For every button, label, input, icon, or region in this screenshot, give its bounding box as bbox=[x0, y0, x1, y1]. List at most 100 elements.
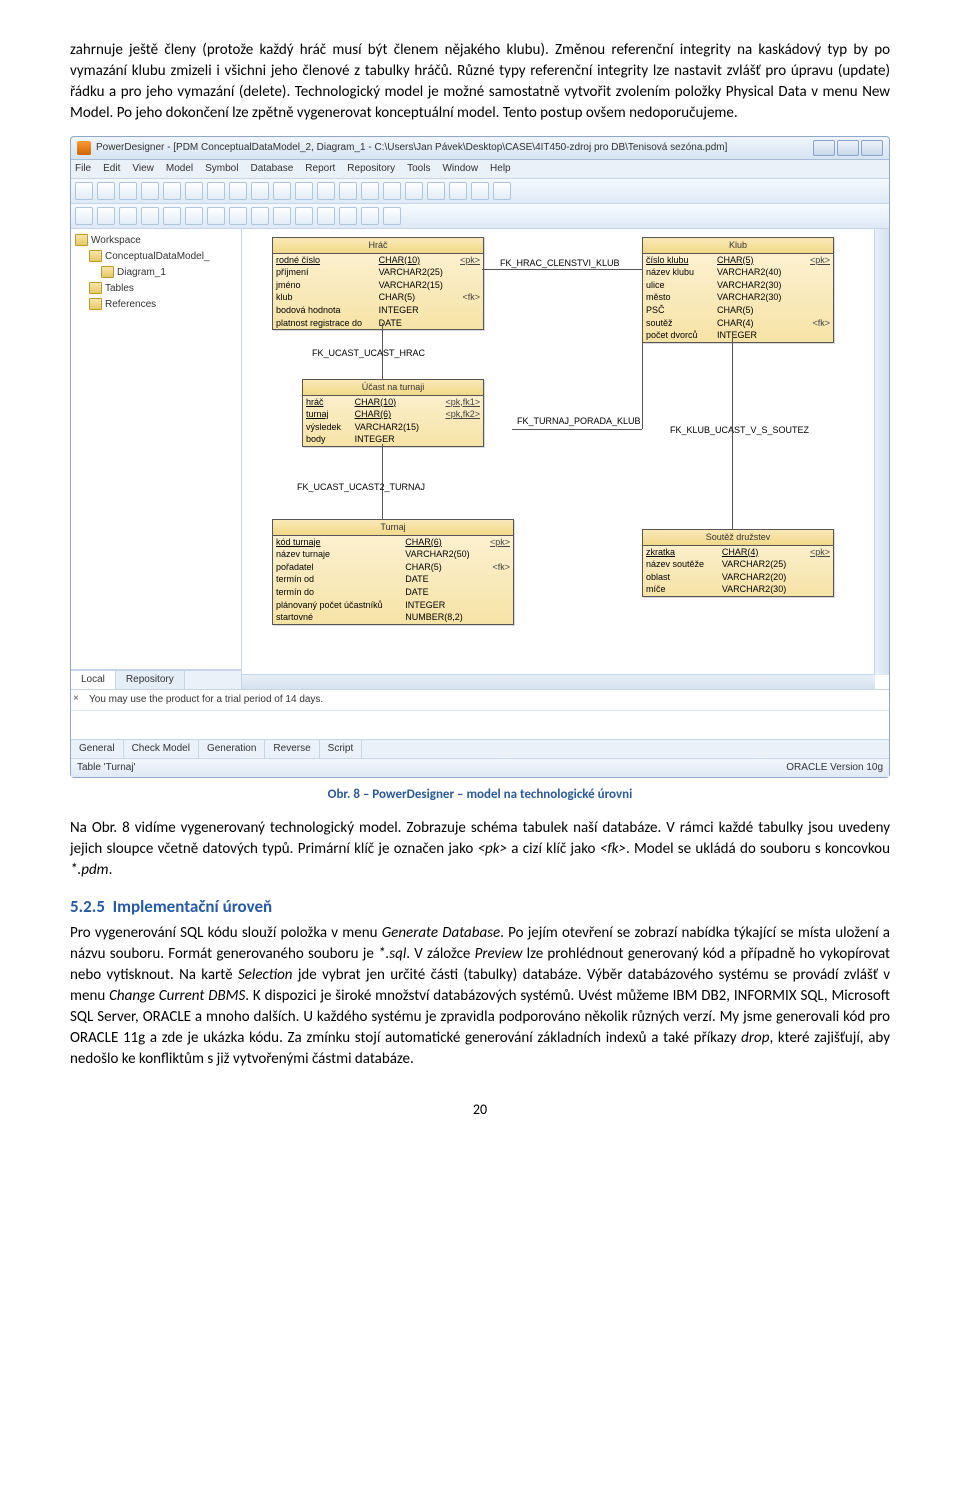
vertical-scrollbar[interactable] bbox=[874, 229, 889, 675]
menu-help[interactable]: Help bbox=[490, 162, 511, 176]
menu-model[interactable]: Model bbox=[166, 162, 193, 176]
menu-report[interactable]: Report bbox=[305, 162, 335, 176]
toolbar-button[interactable] bbox=[361, 207, 379, 225]
toolbar-button[interactable] bbox=[251, 207, 269, 225]
toolbar-button[interactable] bbox=[273, 207, 291, 225]
toolbar-button[interactable] bbox=[207, 182, 225, 200]
output-panel: × You may use the product for a trial pe… bbox=[71, 689, 889, 758]
toolbar-button[interactable] bbox=[295, 182, 313, 200]
toolbar-button[interactable] bbox=[141, 207, 159, 225]
entity-columns: kód turnajeCHAR(6)<pk>název turnajeVARCH… bbox=[273, 536, 513, 624]
relation-line bbox=[642, 335, 643, 429]
toolbar-button[interactable] bbox=[383, 207, 401, 225]
menu-window[interactable]: Window bbox=[442, 162, 478, 176]
maximize-button[interactable] bbox=[837, 140, 859, 156]
entity-klub[interactable]: Klub číslo klubuCHAR(5)<pk>název klubuVA… bbox=[642, 237, 834, 343]
tree-root[interactable]: Workspace bbox=[75, 233, 237, 249]
toolbar-button[interactable] bbox=[251, 182, 269, 200]
window-controls bbox=[813, 140, 883, 156]
folder-icon bbox=[89, 282, 102, 294]
output-tab[interactable]: Check Model bbox=[124, 740, 199, 758]
relation-label: FK_KLUB_UCAST_V_S_SOUTEZ bbox=[670, 424, 809, 437]
entity-columns: hráčCHAR(10)<pk,fk1>turnajCHAR(6)<pk,fk2… bbox=[303, 396, 483, 446]
toolbar-button[interactable] bbox=[163, 207, 181, 225]
entity-title: Turnaj bbox=[273, 520, 513, 536]
menu-file[interactable]: File bbox=[75, 162, 91, 176]
toolbar-row-2 bbox=[71, 204, 889, 229]
model-icon bbox=[89, 250, 102, 262]
toolbar-button[interactable] bbox=[405, 182, 423, 200]
menu-tools[interactable]: Tools bbox=[407, 162, 430, 176]
entity-hrac[interactable]: Hráč rodné čísloCHAR(10)<pk>příjmeníVARC… bbox=[272, 237, 484, 330]
section-heading: 5.2.5 Implementační úroveň bbox=[70, 895, 890, 919]
minimize-button[interactable] bbox=[813, 140, 835, 156]
close-button[interactable] bbox=[861, 140, 883, 156]
entity-turnaj[interactable]: Turnaj kód turnajeCHAR(6)<pk>název turna… bbox=[272, 519, 514, 625]
menu-symbol[interactable]: Symbol bbox=[205, 162, 238, 176]
toolbar-button[interactable] bbox=[317, 207, 335, 225]
toolbar-button[interactable] bbox=[339, 207, 357, 225]
toolbar-button[interactable] bbox=[97, 207, 115, 225]
status-bar: Table 'Turnaj' ORACLE Version 10g bbox=[71, 758, 889, 777]
relation-label: FK_TURNAJ_PORADA_KLUB bbox=[517, 415, 641, 428]
paragraph-1: zahrnuje ještě členy (protože každý hráč… bbox=[70, 40, 890, 124]
tab-repository[interactable]: Repository bbox=[116, 671, 185, 689]
entity-ucast[interactable]: Účast na turnaji hráčCHAR(10)<pk,fk1>tur… bbox=[302, 379, 484, 447]
relation-line bbox=[512, 429, 642, 430]
tab-local[interactable]: Local bbox=[71, 671, 116, 689]
toolbar-button[interactable] bbox=[449, 182, 467, 200]
toolbar-button[interactable] bbox=[185, 207, 203, 225]
toolbar-button[interactable] bbox=[185, 182, 203, 200]
entity-columns: číslo klubuCHAR(5)<pk>název klubuVARCHAR… bbox=[643, 254, 833, 342]
toolbar-button[interactable] bbox=[75, 182, 93, 200]
toolbar-button[interactable] bbox=[119, 207, 137, 225]
toolbar-button[interactable] bbox=[229, 182, 247, 200]
output-tab[interactable]: Script bbox=[320, 740, 363, 758]
toolbar-button[interactable] bbox=[207, 207, 225, 225]
output-tab[interactable]: General bbox=[71, 740, 124, 758]
entity-title: Hráč bbox=[273, 238, 483, 254]
workspace-icon bbox=[75, 234, 88, 246]
tree-item[interactable]: Tables bbox=[75, 281, 237, 297]
output-tab[interactable]: Generation bbox=[199, 740, 265, 758]
relation-label: FK_HRAC_CLENSTVI_KLUB bbox=[500, 257, 620, 270]
tree-item[interactable]: Diagram_1 bbox=[75, 265, 237, 281]
toolbar-button[interactable] bbox=[317, 182, 335, 200]
menu-database[interactable]: Database bbox=[250, 162, 293, 176]
toolbar-button[interactable] bbox=[97, 182, 115, 200]
tree-item[interactable]: References bbox=[75, 297, 237, 313]
panel-close-icon[interactable]: × bbox=[73, 692, 79, 706]
toolbar-button[interactable] bbox=[141, 182, 159, 200]
output-tab-strip: General Check Model Generation Reverse S… bbox=[71, 739, 889, 758]
app-icon bbox=[77, 141, 91, 155]
toolbar-button[interactable] bbox=[493, 182, 511, 200]
horizontal-scrollbar[interactable] bbox=[242, 674, 875, 689]
relation-label: FK_UCAST_UCAST_HRAC bbox=[312, 347, 425, 360]
output-tab[interactable]: Reverse bbox=[265, 740, 319, 758]
toolbar-button[interactable] bbox=[295, 207, 313, 225]
folder-icon bbox=[89, 298, 102, 310]
entity-columns: zkratkaCHAR(4)<pk>název soutěžeVARCHAR2(… bbox=[643, 546, 833, 596]
menu-repository[interactable]: Repository bbox=[347, 162, 395, 176]
toolbar-button[interactable] bbox=[273, 182, 291, 200]
entity-title: Účast na turnaji bbox=[303, 380, 483, 396]
toolbar-button[interactable] bbox=[427, 182, 445, 200]
status-right: ORACLE Version 10g bbox=[786, 761, 883, 775]
toolbar-button[interactable] bbox=[163, 182, 181, 200]
toolbar-button[interactable] bbox=[471, 182, 489, 200]
page-number: 20 bbox=[70, 1100, 890, 1120]
output-message: You may use the product for a trial peri… bbox=[89, 694, 323, 705]
tree-item[interactable]: ConceptualDataModel_ bbox=[75, 249, 237, 265]
window-titlebar: PowerDesigner - [PDM ConceptualDataModel… bbox=[71, 137, 889, 160]
entity-soutez[interactable]: Soutěž družstev zkratkaCHAR(4)<pk>název … bbox=[642, 529, 834, 597]
toolbar-button[interactable] bbox=[75, 207, 93, 225]
menu-edit[interactable]: Edit bbox=[103, 162, 120, 176]
diagram-canvas[interactable]: Hráč rodné čísloCHAR(10)<pk>příjmeníVARC… bbox=[242, 229, 889, 689]
toolbar-button[interactable] bbox=[339, 182, 357, 200]
toolbar-button[interactable] bbox=[119, 182, 137, 200]
toolbar-button[interactable] bbox=[383, 182, 401, 200]
menu-view[interactable]: View bbox=[132, 162, 154, 176]
toolbar-button[interactable] bbox=[229, 207, 247, 225]
toolbar-button[interactable] bbox=[361, 182, 379, 200]
entity-title: Klub bbox=[643, 238, 833, 254]
